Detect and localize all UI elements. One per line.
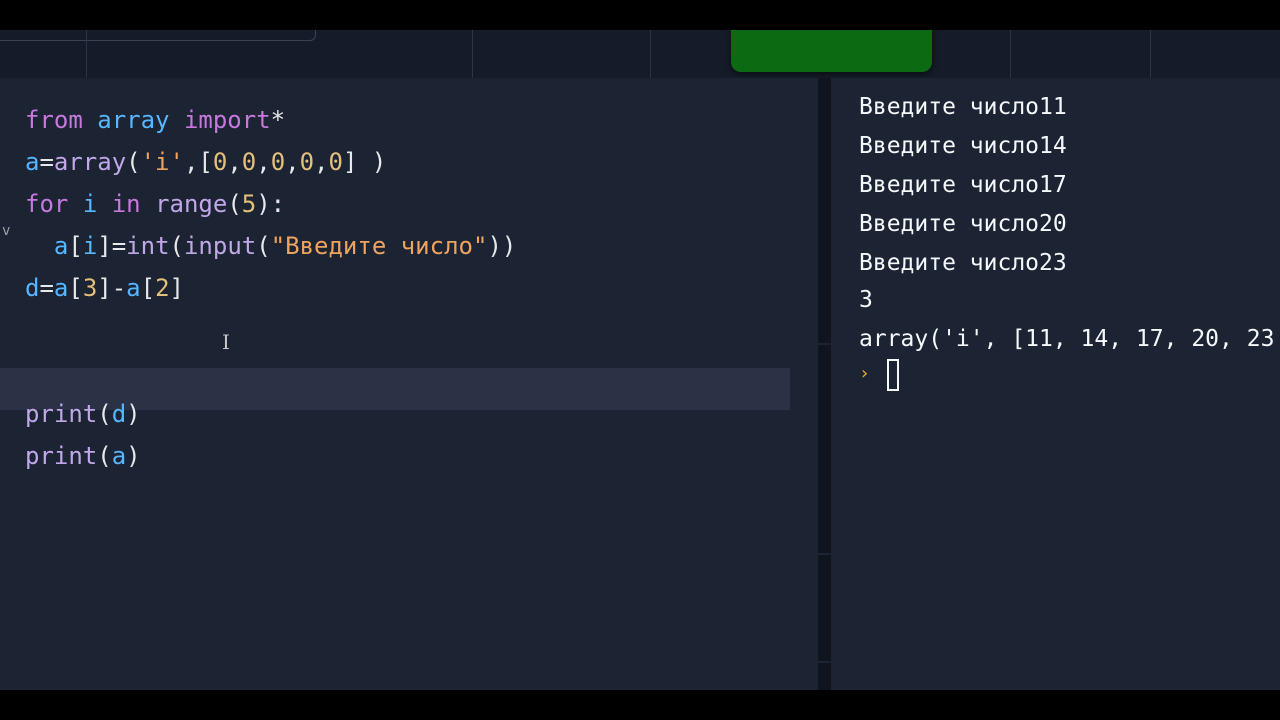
code-token: [: [68, 274, 83, 302]
code-token: )): [487, 232, 517, 260]
code-line[interactable]: a=array('i',[0,0,0,0,0] ): [25, 142, 386, 182]
code-token: ,: [285, 148, 300, 176]
code-editor[interactable]: v I from array import* a=array('i',[0,0,0…: [0, 78, 818, 690]
code-token: (: [97, 400, 112, 428]
toolbar-separator: [1150, 30, 1151, 78]
code-token: 0: [212, 148, 228, 176]
code-token: 5: [241, 190, 257, 218]
code-token: d: [25, 274, 40, 302]
code-token: 0: [328, 148, 343, 176]
code-token: a: [53, 232, 69, 260]
code-token: ]-: [97, 274, 127, 302]
code-token: ):: [256, 190, 286, 218]
top-toolbar: [0, 30, 1280, 78]
code-line[interactable]: from array import*: [25, 100, 285, 140]
code-token: *: [270, 106, 286, 134]
run-button[interactable]: [731, 30, 932, 72]
code-token: 0: [270, 148, 286, 176]
code-token: import: [183, 106, 271, 134]
code-token: input: [183, 232, 257, 260]
divider-notch: [818, 343, 831, 345]
code-token: (: [256, 232, 271, 260]
console-line: Введите число17: [859, 172, 1067, 198]
pane-divider[interactable]: [818, 78, 831, 690]
code-line[interactable]: print(a): [25, 436, 141, 476]
console-line: Введите число11: [859, 94, 1067, 120]
console-line: Введите число23: [859, 250, 1067, 276]
code-token: 3: [82, 274, 98, 302]
code-token: "Введите число": [270, 232, 488, 260]
code-token: 'i': [140, 148, 184, 176]
toolbar-separator: [86, 30, 87, 78]
code-token: (: [227, 190, 242, 218]
console-input-cursor[interactable]: [887, 359, 899, 391]
code-token: =: [39, 274, 54, 302]
text-cursor-icon: I: [222, 330, 230, 354]
tab-area[interactable]: [0, 30, 316, 41]
code-line[interactable]: for i in range(5):: [25, 184, 285, 224]
fold-chevron-icon[interactable]: v: [2, 223, 10, 239]
code-token: ] ): [342, 148, 387, 176]
code-token: ): [126, 400, 141, 428]
code-token: (: [126, 148, 141, 176]
code-token: a: [111, 442, 127, 470]
code-token: i: [82, 232, 98, 260]
code-token: ]: [169, 274, 184, 302]
toolbar-separator: [1010, 30, 1011, 78]
code-token: int: [126, 232, 170, 260]
code-token: a: [25, 148, 40, 176]
code-token: ,[: [183, 148, 213, 176]
code-token: for: [25, 190, 69, 218]
code-token: in: [111, 190, 141, 218]
console-line: Введите число14: [859, 133, 1067, 159]
divider-notch: [818, 661, 831, 663]
code-token: 2: [155, 274, 170, 302]
code-token: ,: [256, 148, 271, 176]
code-token: 0: [299, 148, 315, 176]
code-token: a: [53, 274, 69, 302]
console-line: array('i', [11, 14, 17, 20, 23: [859, 326, 1275, 352]
toolbar-separator: [650, 30, 651, 78]
code-token: =: [39, 148, 54, 176]
code-token: ,: [314, 148, 329, 176]
code-token: [: [140, 274, 156, 302]
code-token: a: [126, 274, 141, 302]
console-line: Введите число20: [859, 211, 1067, 237]
code-token: array: [97, 106, 170, 134]
code-line[interactable]: d=a[3]-a[2]: [25, 268, 184, 308]
console-panel[interactable]: Введите число11 Введите число14 Введите …: [831, 78, 1280, 690]
code-token: 0: [241, 148, 257, 176]
code-token: print: [25, 442, 98, 470]
code-token: d: [111, 400, 127, 428]
code-token: ,: [227, 148, 242, 176]
replit-workspace: v I from array import* a=array('i',[0,0,0…: [0, 30, 1280, 690]
code-token: (: [169, 232, 184, 260]
code-line[interactable]: a[i]=int(input("Введите число")): [25, 226, 516, 266]
code-token: i: [82, 190, 98, 218]
code-token: ): [126, 442, 141, 470]
code-token: from: [25, 106, 83, 134]
code-token: array: [53, 148, 127, 176]
code-token: (: [97, 442, 112, 470]
console-line: 3: [859, 287, 873, 313]
code-token: ]=: [97, 232, 127, 260]
prompt-icon: ›: [859, 363, 870, 384]
code-token: print: [25, 400, 98, 428]
code-token: [: [68, 232, 83, 260]
toolbar-separator: [472, 30, 473, 78]
divider-notch: [818, 553, 831, 555]
code-token: range: [155, 190, 228, 218]
code-line[interactable]: print(d): [25, 394, 141, 434]
